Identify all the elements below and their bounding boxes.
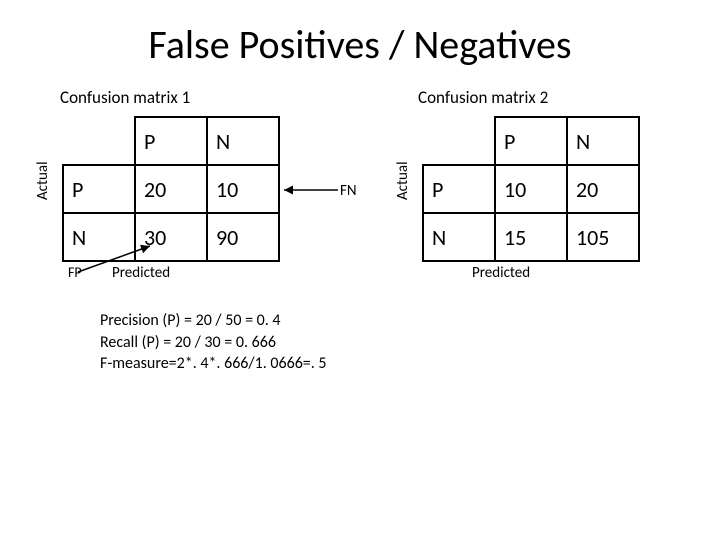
matrix2-table: P N P 10 20 N 15 105 [422, 116, 640, 262]
m2-row-p: P [423, 165, 495, 213]
m1-row-n: N [63, 213, 135, 261]
recall-line: Recall (P) = 20 / 30 = 0. 666 [100, 332, 720, 354]
m2-fp: 15 [495, 213, 567, 261]
matrix2-ylabel: Actual [394, 161, 412, 200]
subtitle-row: Confusion matrix 1 Confusion matrix 2 [0, 87, 720, 108]
fn-tag: FN [340, 182, 357, 200]
m1-tn: 90 [207, 213, 279, 261]
matrix2-xlabel: Predicted [452, 264, 530, 282]
matrix1-ylabel: Actual [34, 161, 52, 200]
m2-fn: 20 [567, 165, 639, 213]
matrix2-label: Confusion matrix 2 [400, 87, 660, 108]
precision-line: Precision (P) = 20 / 50 = 0. 4 [100, 310, 720, 332]
page-title: False Positives / Negatives [0, 0, 720, 69]
m1-tp: 20 [135, 165, 207, 213]
m1-fn: 10 [207, 165, 279, 213]
metrics-block: Precision (P) = 20 / 50 = 0. 4 Recall (P… [100, 310, 720, 375]
m1-fp: 30 [135, 213, 207, 261]
m2-tp: 10 [495, 165, 567, 213]
m2-tn: 105 [567, 213, 639, 261]
m2-col-n: N [567, 117, 639, 165]
m1-col-n: N [207, 117, 279, 165]
m2-row-n: N [423, 213, 495, 261]
m2-col-p: P [495, 117, 567, 165]
fp-tag: FP [62, 264, 92, 281]
matrix1-table: P N P 20 10 N 30 90 [62, 116, 280, 262]
m1-row-p: P [63, 165, 135, 213]
matrix1-xlabel: Predicted [92, 264, 170, 282]
confusion-matrix-1: Actual P N P 20 10 N 30 90 FP Predicted … [40, 116, 400, 282]
confusion-matrix-2: Actual P N P 10 20 N 15 105 Predicted [400, 116, 680, 282]
matrix1-label: Confusion matrix 1 [60, 87, 400, 108]
fmeasure-line: F-measure=2*. 4*. 666/1. 0666=. 5 [100, 353, 720, 375]
m1-col-p: P [135, 117, 207, 165]
